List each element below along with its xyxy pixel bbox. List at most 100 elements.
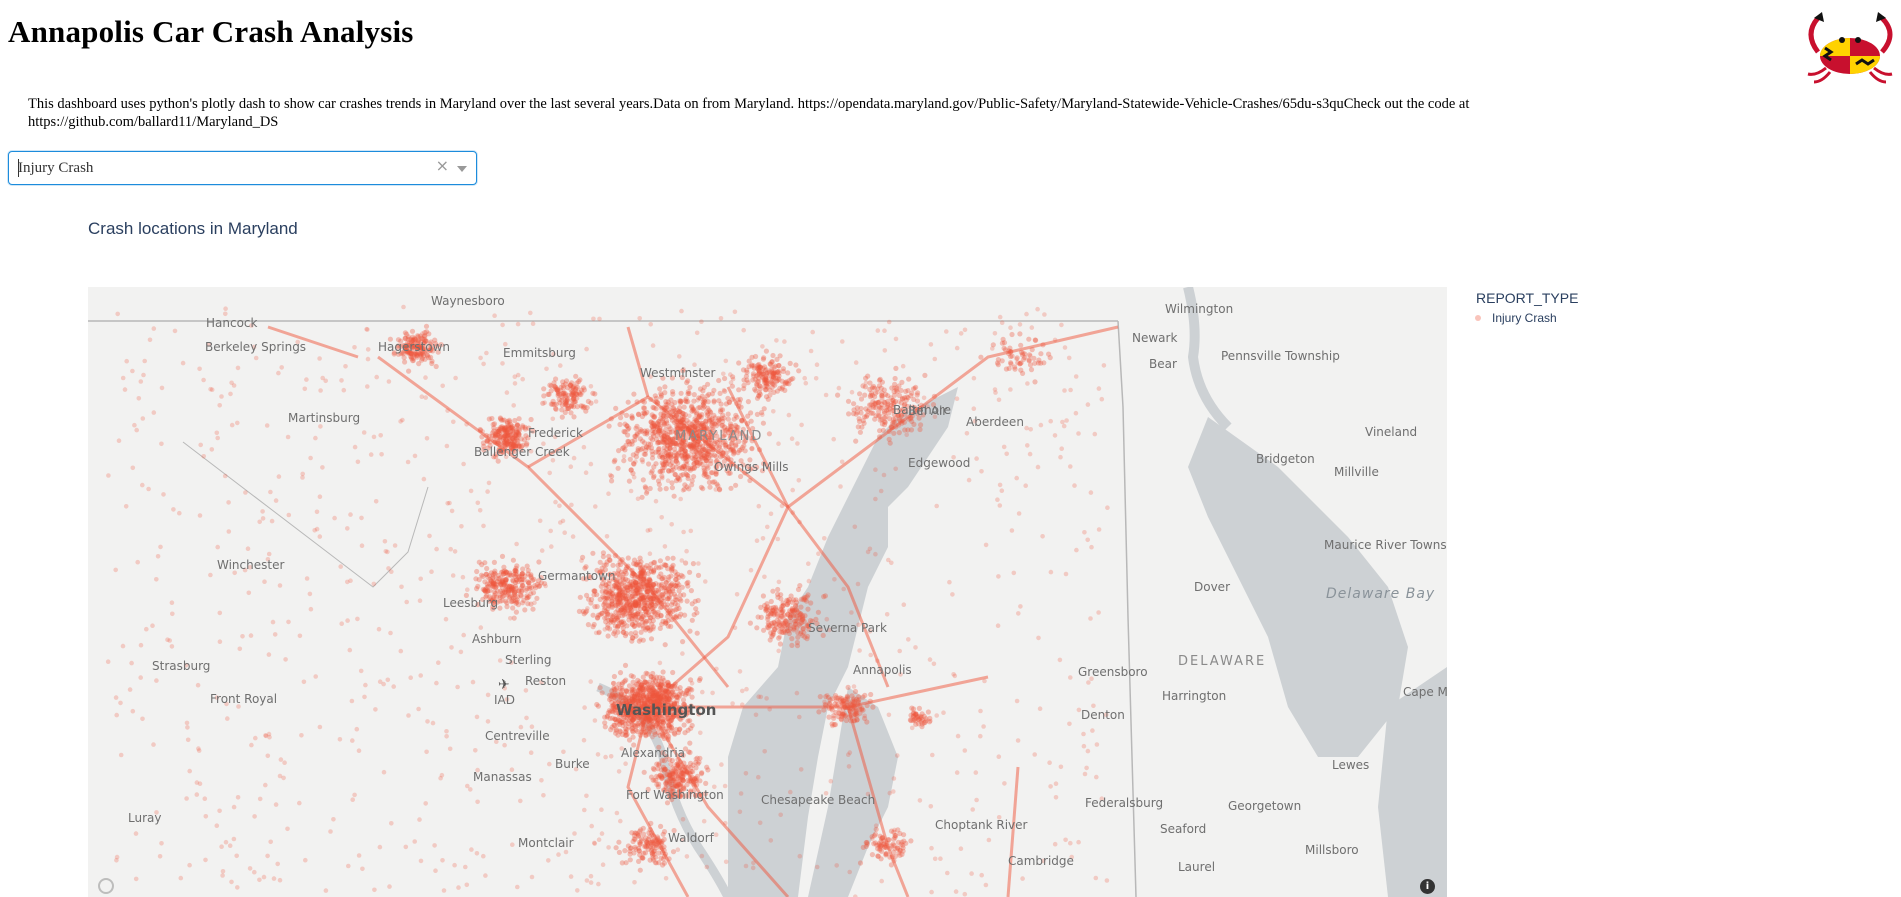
crash-point[interactable] (844, 694, 850, 700)
crash-point[interactable] (638, 637, 643, 642)
crash-point[interactable] (709, 443, 715, 449)
crash-point[interactable] (223, 306, 228, 311)
crash-point[interactable] (732, 309, 738, 315)
crash-point[interactable] (614, 810, 620, 816)
crash-point[interactable] (599, 690, 605, 696)
crash-point[interactable] (655, 766, 661, 772)
crash-point[interactable] (497, 434, 503, 440)
crash-point[interactable] (671, 493, 677, 499)
crash-point[interactable] (359, 543, 365, 548)
crash-point[interactable] (848, 718, 854, 724)
crash-point[interactable] (569, 380, 575, 386)
crash-point[interactable] (123, 504, 129, 509)
crash-point[interactable] (1082, 771, 1088, 777)
crash-point[interactable] (971, 375, 977, 381)
crash-point[interactable] (1061, 423, 1067, 429)
crash-point[interactable] (817, 694, 823, 700)
crash-point[interactable] (662, 544, 668, 549)
crash-point[interactable] (428, 354, 434, 360)
crash-point[interactable] (1048, 418, 1053, 424)
crash-point[interactable] (675, 422, 682, 428)
crash-point[interactable] (558, 363, 563, 368)
crash-point[interactable] (658, 571, 664, 577)
crash-point[interactable] (1018, 367, 1024, 373)
crash-point[interactable] (806, 561, 811, 566)
crash-point[interactable] (377, 844, 383, 850)
crash-point[interactable] (774, 611, 780, 617)
crash-point[interactable] (529, 874, 535, 880)
crash-point[interactable] (658, 823, 664, 830)
crash-point[interactable] (731, 416, 737, 422)
crash-point[interactable] (657, 386, 663, 392)
crash-point[interactable] (161, 492, 166, 497)
crash-point[interactable] (770, 374, 777, 380)
crash-point[interactable] (689, 617, 695, 623)
crash-point[interactable] (774, 617, 780, 623)
crash-point[interactable] (138, 642, 144, 648)
crash-point[interactable] (1028, 353, 1033, 359)
crash-point[interactable] (371, 581, 377, 587)
crash-point[interactable] (502, 577, 509, 583)
crash-point[interactable] (302, 386, 308, 392)
crash-point[interactable] (641, 602, 647, 608)
crash-point[interactable] (684, 688, 690, 694)
crash-point[interactable] (758, 694, 764, 700)
crash-point[interactable] (1048, 784, 1053, 789)
crash-point[interactable] (215, 544, 220, 550)
crash-point[interactable] (694, 610, 700, 616)
crash-point[interactable] (632, 594, 637, 599)
crash-point[interactable] (650, 404, 656, 410)
crash-point[interactable] (1008, 353, 1014, 360)
crash-point[interactable] (1052, 841, 1058, 847)
crash-point[interactable] (483, 571, 489, 577)
crash-point[interactable] (660, 725, 666, 731)
crash-point[interactable] (651, 593, 658, 599)
crash-point[interactable] (616, 567, 622, 573)
crash-point[interactable] (491, 559, 497, 565)
crash-point[interactable] (1032, 379, 1038, 385)
crash-point[interactable] (559, 407, 565, 413)
crash-point[interactable] (546, 391, 552, 397)
crash-point[interactable] (610, 681, 616, 686)
crash-point[interactable] (501, 564, 507, 570)
crash-point[interactable] (389, 821, 394, 826)
crash-point[interactable] (640, 477, 646, 483)
crash-point[interactable] (516, 574, 523, 580)
crash-point[interactable] (842, 713, 849, 719)
crash-point[interactable] (237, 646, 243, 652)
crash-point[interactable] (873, 496, 878, 502)
crash-point[interactable] (679, 584, 685, 590)
crash-point[interactable] (304, 377, 309, 382)
crash-point[interactable] (569, 502, 574, 508)
crash-point[interactable] (962, 891, 968, 897)
crash-point[interactable] (645, 609, 652, 616)
crash-point[interactable] (704, 864, 710, 870)
crash-point[interactable] (633, 562, 639, 568)
crash-point[interactable] (653, 498, 659, 504)
crash-point[interactable] (765, 614, 771, 620)
crash-point[interactable] (1074, 547, 1079, 553)
crash-point[interactable] (656, 719, 663, 725)
crash-point[interactable] (647, 551, 653, 556)
crash-point[interactable] (150, 623, 155, 628)
crash-point[interactable] (480, 429, 486, 434)
crash-point[interactable] (768, 511, 774, 517)
crash-point[interactable] (526, 583, 533, 589)
crash-point[interactable] (652, 778, 657, 783)
crash-point[interactable] (443, 616, 449, 622)
crash-point[interactable] (417, 817, 422, 822)
crash-point[interactable] (630, 613, 637, 619)
crash-point[interactable] (1064, 418, 1069, 423)
crash-point[interactable] (588, 873, 594, 879)
crash-point[interactable] (648, 673, 654, 680)
crash-point[interactable] (945, 870, 950, 876)
crash-point[interactable] (482, 560, 488, 566)
crash-point[interactable] (468, 488, 474, 494)
crash-point[interactable] (1068, 387, 1073, 393)
crash-point[interactable] (461, 461, 466, 467)
crash-point[interactable] (463, 864, 468, 870)
crash-point[interactable] (677, 354, 682, 359)
crash-point[interactable] (604, 589, 610, 595)
crash-point[interactable] (982, 678, 987, 684)
crash-point[interactable] (203, 857, 208, 863)
